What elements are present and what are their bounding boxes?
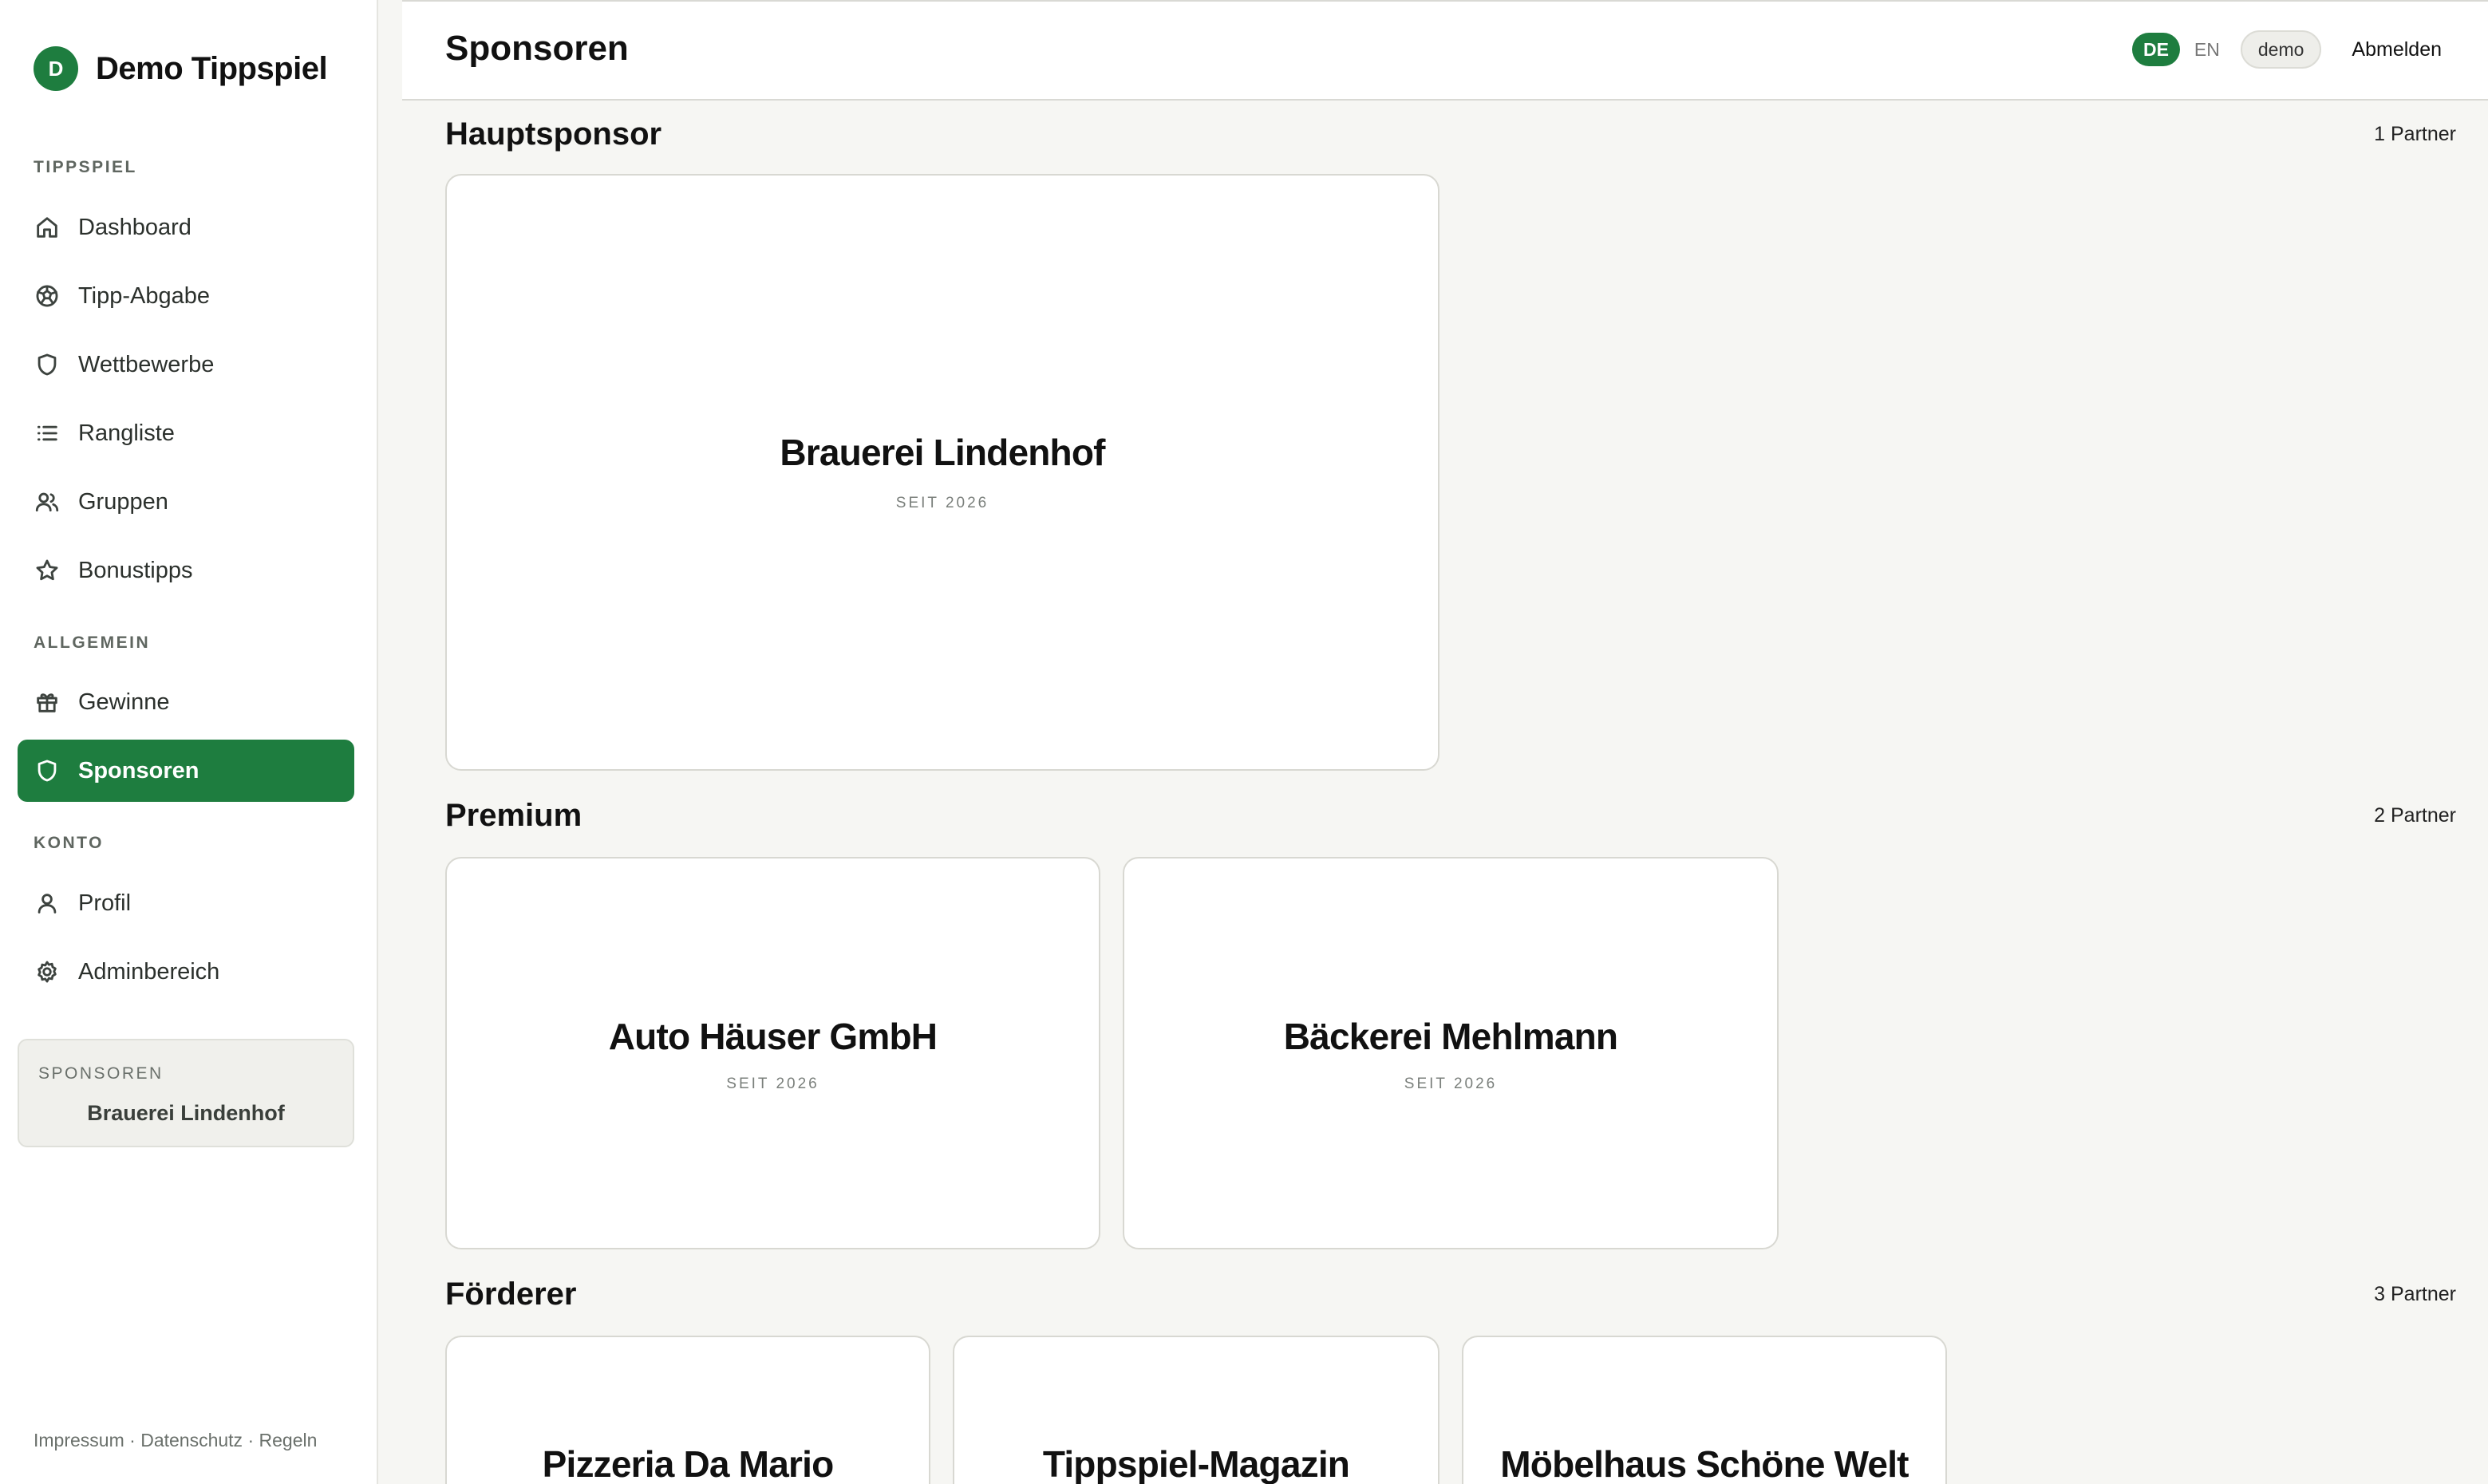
sponsor-card[interactable]: Auto Häuser GmbH SEIT 2026 xyxy=(445,857,1100,1249)
impressum-link[interactable]: Impressum xyxy=(34,1430,124,1450)
sidebar-item-label: Tipp-Abgabe xyxy=(78,282,210,309)
section-label-allgemein: ALLGEMEIN xyxy=(34,633,151,652)
sponsor-card[interactable]: Pizzeria Da Mario xyxy=(445,1336,930,1484)
user-pill[interactable]: demo xyxy=(2240,30,2322,69)
user-icon xyxy=(34,890,61,917)
tier-count-premium: 2 Partner xyxy=(2374,804,2456,827)
sponsor-name: Tippspiel-Magazin xyxy=(1042,1443,1350,1484)
sponsor-name: Brauerei Lindenhof xyxy=(780,432,1105,473)
section-label-konto: KONTO xyxy=(34,834,104,852)
page-title: Sponsoren xyxy=(445,29,629,68)
sidebar-item-gruppen[interactable]: Gruppen xyxy=(18,471,354,533)
sidebar: D Demo Tippspiel TIPPSPIEL Dashboard Tip… xyxy=(0,0,378,1484)
footer-separator: · xyxy=(247,1430,259,1450)
sidebar-item-label: Rangliste xyxy=(78,420,175,446)
section-label-tippspiel: TIPPSPIEL xyxy=(34,158,137,176)
sponsor-card[interactable]: Möbelhaus Schöne Welt xyxy=(1462,1336,1947,1484)
brand-name: Demo Tippspiel xyxy=(96,50,328,86)
top-header: Sponsoren DE EN demo Abmelden xyxy=(402,0,2488,101)
shield-icon xyxy=(34,757,61,784)
tier-title-premium: Premium xyxy=(445,798,583,833)
tier-count-hauptsponsor: 1 Partner xyxy=(2374,123,2456,145)
brand[interactable]: D Demo Tippspiel xyxy=(34,46,328,91)
sponsor-box-name: Brauerei Lindenhof xyxy=(87,1101,285,1125)
app-root: D Demo Tippspiel TIPPSPIEL Dashboard Tip… xyxy=(0,0,2488,1484)
footer-links: Impressum · Datenschutz · Regeln xyxy=(34,1430,317,1451)
sponsor-name: Möbelhaus Schöne Welt xyxy=(1500,1443,1909,1484)
sidebar-item-label: Adminbereich xyxy=(78,958,220,985)
sidebar-item-gewinne[interactable]: Gewinne xyxy=(18,671,354,733)
language-en-button[interactable]: EN xyxy=(2194,39,2220,61)
sponsor-card[interactable]: Bäckerei Mehlmann SEIT 2026 xyxy=(1123,857,1779,1249)
sponsor-box-label: SPONSOREN xyxy=(38,1064,164,1083)
ball-icon xyxy=(34,282,61,310)
logout-button[interactable]: Abmelden xyxy=(2352,38,2442,61)
gift-icon xyxy=(34,689,61,716)
sidebar-item-label: Bonustipps xyxy=(78,557,193,583)
sidebar-item-label: Sponsoren xyxy=(78,757,199,783)
brand-badge: D xyxy=(34,46,78,91)
list-icon xyxy=(34,420,61,447)
sponsor-card[interactable]: Tippspiel-Magazin xyxy=(953,1336,1439,1484)
sponsor-name: Auto Häuser GmbH xyxy=(608,1016,938,1057)
header-actions: DE EN demo Abmelden xyxy=(2131,30,2442,69)
sidebar-sponsor-box[interactable]: SPONSOREN Brauerei Lindenhof xyxy=(18,1039,354,1147)
sidebar-item-label: Dashboard xyxy=(78,214,192,240)
regeln-link[interactable]: Regeln xyxy=(259,1430,318,1450)
sponsor-since: SEIT 2026 xyxy=(726,1076,819,1092)
tier-title-foerderer: Förderer xyxy=(445,1277,577,1312)
sidebar-item-wettbewerbe[interactable]: Wettbewerbe xyxy=(18,334,354,396)
sponsor-since: SEIT 2026 xyxy=(895,495,989,511)
sponsor-name: Pizzeria Da Mario xyxy=(542,1443,835,1484)
sidebar-item-label: Gruppen xyxy=(78,488,168,515)
gear-icon xyxy=(34,958,61,985)
sponsor-card[interactable]: Brauerei Lindenhof SEIT 2026 xyxy=(445,174,1439,771)
sponsor-since: SEIT 2026 xyxy=(1404,1076,1498,1092)
sidebar-item-tipp-abgabe[interactable]: Tipp-Abgabe xyxy=(18,265,354,327)
datenschutz-link[interactable]: Datenschutz xyxy=(140,1430,243,1450)
sidebar-item-rangliste[interactable]: Rangliste xyxy=(18,402,354,464)
sidebar-item-bonustipps[interactable]: Bonustipps xyxy=(18,539,354,602)
home-icon xyxy=(34,214,61,241)
sidebar-item-dashboard[interactable]: Dashboard xyxy=(18,196,354,259)
tier-count-foerderer: 3 Partner xyxy=(2374,1283,2456,1305)
language-de-button[interactable]: DE xyxy=(2131,33,2180,66)
star-icon xyxy=(34,557,61,584)
shield-icon xyxy=(34,351,61,378)
sidebar-item-adminbereich[interactable]: Adminbereich xyxy=(18,941,354,1003)
sidebar-item-label: Gewinne xyxy=(78,689,170,715)
footer-separator: · xyxy=(129,1430,141,1450)
sidebar-item-label: Profil xyxy=(78,890,132,916)
users-icon xyxy=(34,488,61,515)
sidebar-item-sponsoren[interactable]: Sponsoren xyxy=(18,740,354,802)
sidebar-item-profil[interactable]: Profil xyxy=(18,872,354,934)
sponsor-name: Bäckerei Mehlmann xyxy=(1283,1016,1618,1057)
sidebar-item-label: Wettbewerbe xyxy=(78,351,215,377)
tier-title-hauptsponsor: Hauptsponsor xyxy=(445,116,662,152)
